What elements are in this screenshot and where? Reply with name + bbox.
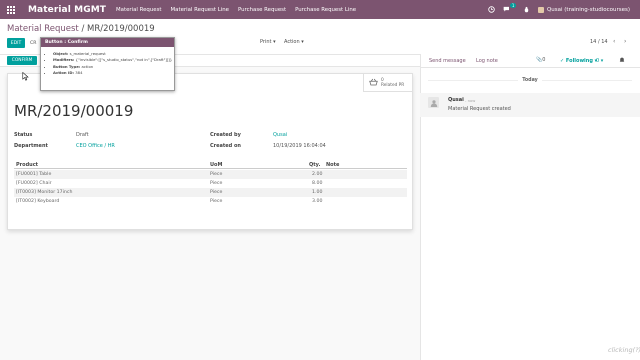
send-message-button[interactable]: Send message: [429, 58, 466, 64]
pager-next-button[interactable]: ›: [624, 38, 626, 45]
edit-button[interactable]: EDIT: [7, 38, 25, 48]
clock-icon[interactable]: [488, 6, 495, 13]
attachments-button[interactable]: 📎0: [536, 57, 545, 63]
cell-uom: Piece: [210, 181, 223, 186]
notification-bell-icon[interactable]: [619, 57, 625, 65]
related-pr-button[interactable]: 0 Related PR: [363, 74, 412, 92]
author-avatar[interactable]: [428, 97, 439, 108]
status-label: Status: [14, 132, 33, 138]
cell-qty: 2.00: [312, 172, 323, 177]
print-dropdown[interactable]: Print ▾: [260, 39, 276, 45]
tooltip-details: Object: s_material_request Modifiers: {"…: [53, 51, 174, 77]
message-body: Material Request created: [448, 106, 511, 112]
tooltip-action-id: Action ID: 384: [53, 70, 174, 76]
message-author[interactable]: Qusai: [448, 97, 464, 103]
created-on-label: Created on: [210, 143, 241, 149]
bug-icon[interactable]: [523, 6, 530, 13]
table-row[interactable]: [IT0003] Monitor 17inch Piece 1.00: [14, 188, 407, 197]
department-label: Department: [14, 143, 48, 149]
apps-grid-icon[interactable]: [0, 0, 22, 19]
button-info-tooltip: Button : Confirm Object: s_material_requ…: [40, 37, 175, 91]
cell-qty: 1.00: [312, 190, 323, 195]
user-name: Qusai (training-studiocourses): [546, 6, 630, 13]
breadcrumb-separator: /: [78, 24, 88, 34]
avatar: [537, 6, 544, 13]
table-header-divider: [14, 168, 407, 169]
breadcrumb-current: MR/2019/00019: [87, 24, 155, 34]
menu-purchase-request-line[interactable]: Purchase Request Line: [295, 7, 356, 13]
cell-product: [IT0002] Keyboard: [16, 199, 60, 204]
mouse-cursor-icon: [22, 72, 29, 81]
breadcrumb-parent[interactable]: Material Request: [7, 24, 79, 34]
table-row[interactable]: [IT0002] Keyboard Piece 3.00: [14, 197, 407, 206]
table-row[interactable]: [FU0001] Table Piece 2.00: [14, 170, 407, 179]
cell-product: [IT0003] Monitor 17inch: [16, 190, 73, 195]
cell-uom: Piece: [210, 199, 223, 204]
message-time: - now: [465, 98, 476, 103]
menu-material-request[interactable]: Material Request: [116, 7, 162, 13]
menu-material-request-line[interactable]: Material Request Line: [171, 7, 229, 13]
cell-uom: Piece: [210, 172, 223, 177]
status-value: Draft: [76, 132, 89, 138]
top-navbar: Material MGMT Material Request Material …: [0, 0, 640, 19]
basket-icon: [369, 78, 378, 88]
table-row[interactable]: [FU0002] Chair Piece 8.00: [14, 179, 407, 188]
cell-product: [FU0001] Table: [16, 172, 52, 177]
action-dropdown[interactable]: Action ▾: [284, 39, 304, 45]
watermark: clicking(?): [608, 346, 640, 354]
create-button[interactable]: CR: [30, 38, 36, 48]
following-button[interactable]: ✓ Following ▾: [560, 58, 597, 64]
cell-uom: Piece: [210, 190, 223, 195]
related-pr-label: Related PR: [381, 82, 405, 88]
chat-icon[interactable]: 1: [503, 3, 516, 13]
record-title: MR/2019/00019: [14, 102, 134, 120]
confirm-button[interactable]: CONFIRM: [7, 56, 37, 65]
breadcrumb: Material Request / MR/2019/00019: [7, 24, 155, 34]
form-sheet: [7, 73, 413, 230]
attachments-count: 0: [542, 57, 546, 63]
chatter-divider: [420, 67, 640, 68]
menu-purchase-request[interactable]: Purchase Request: [238, 7, 286, 13]
cell-qty: 8.00: [312, 181, 323, 186]
date-separator: Today: [420, 78, 640, 83]
cell-qty: 3.00: [312, 199, 323, 204]
chat-count-badge: 1: [510, 3, 516, 8]
created-on-value: 10/19/2019 16:04:04: [273, 143, 326, 149]
tooltip-title: Button : Confirm: [41, 38, 174, 47]
log-note-button[interactable]: Log note: [476, 58, 498, 64]
department-value[interactable]: CEO Office / HR: [76, 143, 115, 149]
followers-dropdown[interactable]: 0 ▾: [596, 58, 603, 64]
pager-value[interactable]: 14 / 14: [590, 39, 608, 45]
created-by-label: Created by: [210, 132, 241, 138]
pager-prev-button[interactable]: ‹: [613, 38, 615, 45]
cell-product: [FU0002] Chair: [16, 181, 52, 186]
user-menu[interactable]: Qusai (training-studiocourses): [537, 6, 630, 13]
created-by-value[interactable]: Qusai: [273, 132, 287, 138]
app-brand: Material MGMT: [28, 4, 106, 15]
